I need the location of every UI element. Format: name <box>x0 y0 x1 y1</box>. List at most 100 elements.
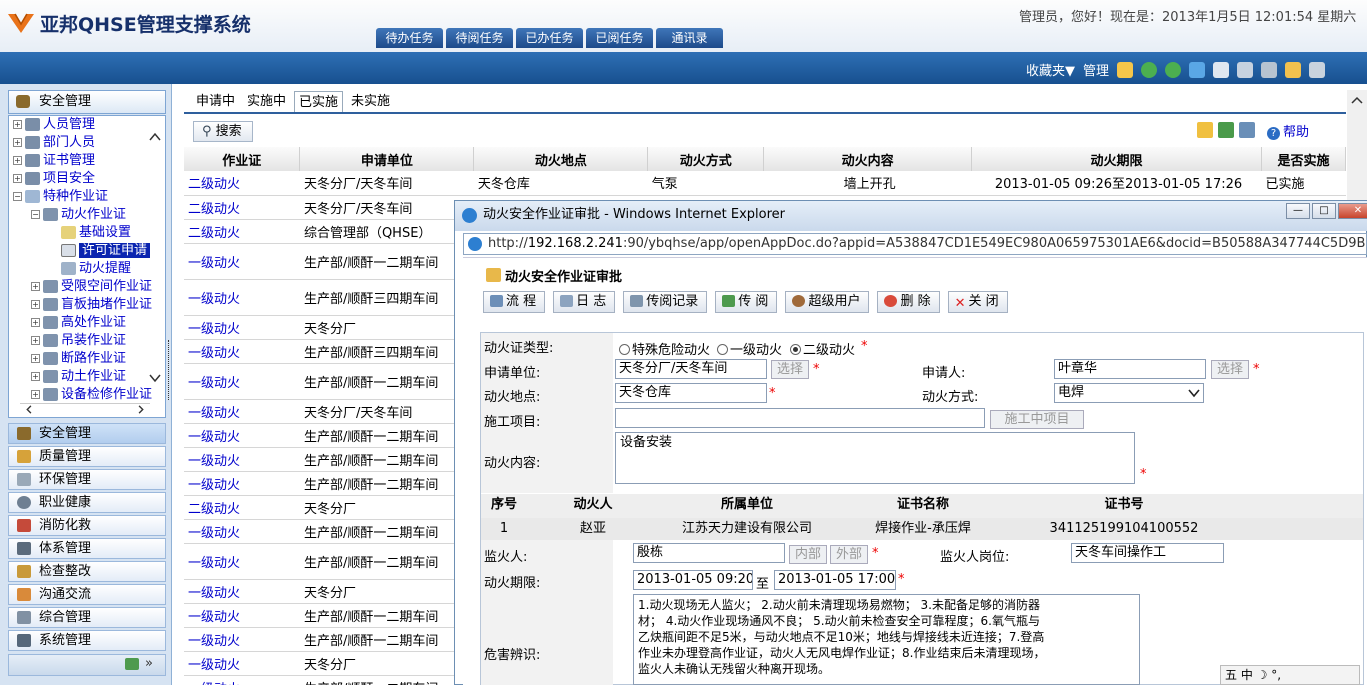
tab-implemented[interactable]: 已实施 <box>294 91 344 112</box>
delete-button[interactable]: 删 除 <box>877 291 940 313</box>
tree-item-certificates[interactable]: + 证书管理 <box>13 152 95 170</box>
tree-item-project-safety[interactable]: + 项目安全 <box>13 170 95 188</box>
sidebar-splitter[interactable] <box>168 340 171 400</box>
tree-hscrollbar[interactable] <box>20 403 150 415</box>
circulate-button[interactable]: 传 阅 <box>715 291 778 313</box>
table-row[interactable]: 二级动火 天冬分厂/天冬车间 天冬仓库 气泵 墙上开孔 2013-01-05 09:26至… <box>184 171 1346 196</box>
table-cell-cert[interactable]: 一级动火 <box>184 543 300 580</box>
tree-item-blind-plate[interactable]: + 盲板抽堵作业证 <box>31 296 152 314</box>
tree-item-lifting[interactable]: + 吊装作业证 <box>31 332 126 350</box>
menu-communication[interactable]: 沟通交流 <box>8 584 166 605</box>
table-cell-cert[interactable]: 一级动火 <box>184 471 300 496</box>
tree-item-special-permits[interactable]: − 特种作业证 <box>13 188 108 206</box>
applicant-select-button[interactable]: 选择 <box>1211 360 1249 379</box>
tree-item-hot-work[interactable]: − 动火作业证 <box>31 206 126 224</box>
tab-done[interactable]: 已办任务 <box>516 28 583 48</box>
new-doc-icon[interactable] <box>1197 122 1213 138</box>
image-icon[interactable] <box>1239 122 1255 138</box>
search-button[interactable]: ⚲ 搜索 <box>193 121 253 142</box>
favorites-menu[interactable]: 收藏夹▼ <box>1026 60 1075 79</box>
scroll-up-icon[interactable] <box>1347 90 1367 110</box>
table-cell-cert[interactable]: 一级动火 <box>184 627 300 652</box>
table-cell-cert[interactable]: 一级动火 <box>184 243 300 280</box>
table-cell-cert[interactable]: 二级动火 <box>184 495 300 520</box>
table-cell-cert[interactable]: 一级动火 <box>184 579 300 604</box>
list-view-icon[interactable] <box>125 658 139 670</box>
ime-toolbar[interactable]: 五 中 ☽ °, <box>1220 665 1360 685</box>
manage-link[interactable]: 管理 <box>1083 60 1109 79</box>
minimize-button[interactable]: — <box>1286 203 1310 219</box>
table-cell-cert[interactable]: 一级动火 <box>184 651 300 676</box>
table-cell-cert[interactable]: 一级动火 <box>184 363 300 400</box>
tree-item-road-break[interactable]: + 断路作业证 <box>31 350 126 368</box>
table-cell-cert[interactable]: 一级动火 <box>184 339 300 364</box>
menu-inspection[interactable]: 检查整改 <box>8 561 166 582</box>
table-cell-cert[interactable]: 一级动火 <box>184 519 300 544</box>
table-cell-cert[interactable]: 二级动火 <box>184 171 300 196</box>
exit-icon[interactable] <box>1309 61 1325 78</box>
menu-environment[interactable]: 环保管理 <box>8 469 166 490</box>
export-excel-icon[interactable] <box>1218 122 1234 138</box>
table-cell-cert[interactable]: 二级动火 <box>184 195 300 220</box>
address-bar[interactable]: http://192.168.2.241:90/ybqhse/app/openA… <box>463 233 1367 255</box>
table-cell-cert[interactable]: 一级动火 <box>184 279 300 316</box>
tree-item-permit-apply[interactable]: 许可证申请 <box>61 242 151 260</box>
tree-item-personnel[interactable]: + 人员管理 <box>13 116 95 134</box>
tree-item-height-work[interactable]: + 高处作业证 <box>31 314 126 332</box>
tree-item-excavation[interactable]: + 动土作业证 <box>31 368 126 386</box>
menu-integrated[interactable]: 综合管理 <box>8 607 166 628</box>
tree-item-hot-work-reminder[interactable]: 动火提醒 <box>61 260 131 278</box>
table-cell-cert[interactable]: 一级动火 <box>184 603 300 628</box>
refresh-icon[interactable] <box>1189 61 1205 78</box>
window-titlebar[interactable]: 动火安全作业证审批 - Windows Internet Explorer <box>455 201 1367 231</box>
expand-menu-icon[interactable]: » <box>145 656 153 671</box>
super-user-button[interactable]: 超级用户 <box>785 291 870 313</box>
tab-todo[interactable]: 待办任务 <box>376 28 443 48</box>
tab-not-implemented[interactable]: 未实施 <box>347 91 394 112</box>
menu-system[interactable]: 系统管理 <box>8 630 166 651</box>
back-icon[interactable] <box>1141 61 1157 78</box>
project-field[interactable] <box>615 408 985 428</box>
project-select-button[interactable]: 施工中项目 <box>990 410 1084 429</box>
menu-occupational-health[interactable]: 职业健康 <box>8 492 166 513</box>
radio-level2[interactable]: 二级动火 <box>790 339 855 358</box>
tab-applying[interactable]: 申请中 <box>192 91 239 112</box>
tab-to-read[interactable]: 待阅任务 <box>446 28 513 48</box>
table-cell-cert[interactable]: 一级动火 <box>184 315 300 340</box>
menu-quality[interactable]: 质量管理 <box>8 446 166 467</box>
col-place[interactable]: 动火地点 <box>473 147 649 171</box>
edit-icon[interactable] <box>1213 61 1229 78</box>
unit-select-button[interactable]: 选择 <box>771 360 809 379</box>
table-cell-cert[interactable]: 一级动火 <box>184 447 300 472</box>
home-icon[interactable] <box>1117 61 1133 78</box>
flow-button[interactable]: 流 程 <box>483 291 546 313</box>
guardian-post-field[interactable]: 天冬车间操作工 <box>1071 543 1224 563</box>
table-cell-cert[interactable]: 一级动火 <box>184 423 300 448</box>
external-button[interactable]: 外部 <box>830 545 868 564</box>
tab-contacts[interactable]: 通讯录 <box>656 28 723 48</box>
radio-level1[interactable]: 一级动火 <box>717 339 782 358</box>
maximize-button[interactable]: □ <box>1312 203 1336 219</box>
tree-item-confined-space[interactable]: + 受限空间作业证 <box>31 278 152 296</box>
menu-safety[interactable]: 安全管理 <box>8 423 166 444</box>
folder-icon[interactable] <box>1285 61 1301 78</box>
table-cell-cert[interactable]: 一级动火 <box>184 675 300 685</box>
tree-item-equipment-repair[interactable]: + 设备检修作业证 <box>31 386 152 404</box>
applicant-field[interactable]: 叶章华 <box>1054 359 1206 379</box>
tools-icon[interactable] <box>1261 61 1277 78</box>
tree-item-dept-staff[interactable]: + 部门人员 <box>13 134 95 152</box>
tree-vscrollbar[interactable] <box>148 128 162 386</box>
table-cell-cert[interactable]: 二级动火 <box>184 219 300 244</box>
menu-fire-chemical[interactable]: 消防化救 <box>8 515 166 536</box>
tab-in-progress[interactable]: 实施中 <box>243 91 290 112</box>
forward-icon[interactable] <box>1165 61 1181 78</box>
close-window-button[interactable]: ✕ <box>1338 203 1367 219</box>
user-settings-icon[interactable] <box>1237 61 1253 78</box>
participant-row[interactable]: 1 赵亚 江苏天力建设有限公司 焊接作业-承压焊 341125199104100… <box>481 518 1363 540</box>
method-select[interactable]: 电焊 <box>1054 383 1204 403</box>
col-method[interactable]: 动火方式 <box>647 147 765 171</box>
col-cert[interactable]: 作业证 <box>184 147 301 171</box>
guardian-field[interactable]: 殷栋 <box>633 543 785 563</box>
content-textarea[interactable]: 设备安装 <box>615 432 1135 484</box>
log-button[interactable]: 日 志 <box>553 291 616 313</box>
